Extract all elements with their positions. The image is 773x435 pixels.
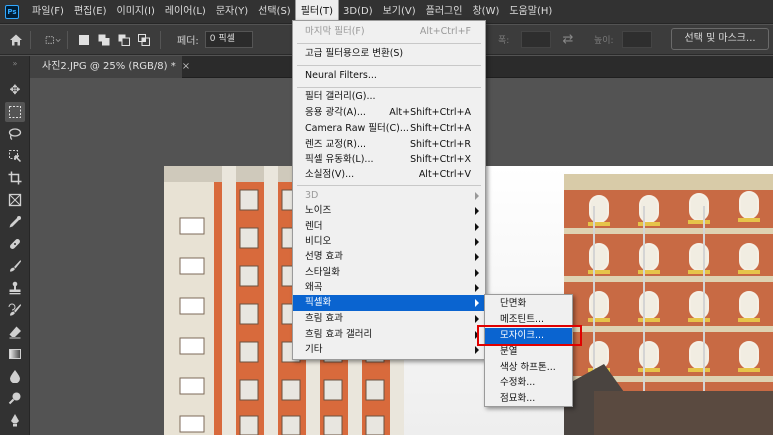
menu-help[interactable]: 도움말(H) (504, 0, 557, 24)
menu-item-adaptive-wide-angle[interactable]: 응용 광각(A)... Alt+Shift+Ctrl+A (293, 105, 485, 121)
height-input[interactable] (622, 31, 652, 48)
gradient-tool-icon[interactable] (5, 344, 25, 364)
menu-item-3d: 3D (293, 188, 485, 204)
menu-item-video[interactable]: 비디오 (293, 234, 485, 250)
menu-item-filter-gallery[interactable]: 필터 갤러리(G)... (293, 89, 485, 105)
menu-layer[interactable]: 레이어(L) (160, 0, 211, 24)
menu-item-other[interactable]: 기타 (293, 342, 485, 358)
menu-item-stylize[interactable]: 스타일화 (293, 265, 485, 281)
close-icon[interactable]: × (182, 61, 190, 72)
menu-item-vanishing-point[interactable]: 소실점(V)... Alt+Ctrl+V (293, 167, 485, 183)
blur-tool-icon[interactable] (5, 366, 25, 386)
options-separator (160, 30, 161, 49)
filter-menu: 마지막 필터(F) Alt+Ctrl+F 고급 필터용으로 변환(S) Neura… (292, 20, 486, 360)
menu-item-render[interactable]: 렌더 (293, 219, 485, 235)
menu-image[interactable]: 이미지(I) (112, 0, 160, 24)
submenu-item-crystallize[interactable]: 수정화... (485, 375, 572, 391)
frame-tool-icon[interactable] (5, 190, 25, 210)
height-label: 높이: (594, 36, 614, 46)
menu-separator (297, 87, 481, 88)
menu-item-pixelate[interactable]: 픽셀화 (293, 295, 485, 311)
options-separator (30, 30, 31, 49)
submenu-arrow-icon (475, 207, 479, 215)
toolbar-collapse-icon[interactable]: » (5, 59, 25, 68)
document-tab[interactable]: 사진2.JPG @ 25% (RGB/8) * × (30, 56, 190, 78)
new-selection-icon[interactable] (78, 34, 90, 46)
menu-item-distort[interactable]: 왜곡 (293, 280, 485, 296)
menu-edit[interactable]: 편집(E) (69, 0, 112, 24)
submenu-arrow-icon (475, 284, 479, 292)
submenu-arrow-icon (475, 315, 479, 323)
marquee-tool-icon[interactable] (5, 102, 25, 122)
width-input[interactable] (521, 31, 551, 48)
submenu-arrow-icon (475, 269, 479, 277)
menu-item-lens-correction[interactable]: 렌즈 교정(R)... Shift+Ctrl+R (293, 137, 485, 153)
menu-item-convert-smart-filters[interactable]: 고급 필터용으로 변환(S) (293, 46, 485, 62)
menu-item-noise[interactable]: 노이즈 (293, 203, 485, 219)
eyedropper-tool-icon[interactable] (5, 212, 25, 232)
photoshop-logo-icon: Ps (5, 4, 19, 19)
marquee-preset-icon[interactable] (45, 32, 61, 48)
menu-item-sharpen[interactable]: 선명 효과 (293, 249, 485, 265)
feather-input[interactable]: 0 픽셀 (204, 31, 253, 48)
submenu-arrow-icon (475, 223, 479, 231)
pixelate-submenu: 단면화 메조틴트... 모자이크... 분열 색상 하프톤... 수정화... … (484, 294, 573, 407)
select-and-mask-button[interactable]: 선택 및 마스크... (671, 28, 769, 50)
lasso-tool-icon[interactable] (5, 124, 25, 144)
menu-item-liquify[interactable]: 픽셀 유동화(L)... Shift+Ctrl+X (293, 152, 485, 168)
submenu-arrow-icon (475, 253, 479, 261)
submenu-arrow-icon (475, 346, 479, 354)
crop-tool-icon[interactable] (5, 168, 25, 188)
subtract-selection-icon[interactable] (118, 34, 130, 46)
tools-panel: » ✥ (0, 56, 30, 435)
menu-separator (297, 65, 481, 66)
dodge-tool-icon[interactable] (5, 388, 25, 408)
pen-tool-icon[interactable] (5, 410, 25, 430)
history-brush-tool-icon[interactable] (5, 300, 25, 320)
width-label: 폭: (498, 36, 510, 46)
menu-select[interactable]: 선택(S) (253, 0, 296, 24)
submenu-arrow-icon (475, 192, 479, 200)
menu-separator (297, 43, 481, 44)
submenu-arrow-icon (475, 238, 479, 246)
options-separator (67, 30, 68, 49)
highlight-annotation-box (477, 325, 582, 346)
menu-file[interactable]: 파일(F) (27, 0, 69, 24)
eraser-tool-icon[interactable] (5, 322, 25, 342)
swap-icon[interactable]: ⇄ (560, 31, 576, 47)
home-icon[interactable] (8, 32, 24, 48)
menu-type[interactable]: 문자(Y) (211, 0, 253, 24)
menu-item-neural-filters[interactable]: Neural Filters... (293, 68, 485, 84)
add-selection-icon[interactable] (98, 34, 110, 46)
intersect-selection-icon[interactable] (138, 33, 150, 46)
submenu-item-pointillize[interactable]: 점묘화... (485, 391, 572, 407)
healing-brush-tool-icon[interactable] (5, 234, 25, 254)
submenu-item-fragment[interactable]: 분열 (485, 344, 572, 360)
submenu-arrow-icon (475, 299, 479, 307)
document-tab-title: 사진2.JPG @ 25% (RGB/8) * (42, 61, 176, 72)
object-selection-tool-icon[interactable] (5, 146, 25, 166)
move-tool-icon[interactable]: ✥ (5, 80, 25, 100)
menu-item-blur-gallery[interactable]: 흐림 효과 갤러리 (293, 327, 485, 343)
menu-separator (297, 185, 481, 186)
menu-item-blur[interactable]: 흐림 효과 (293, 311, 485, 327)
brush-tool-icon[interactable] (5, 256, 25, 276)
submenu-item-facet[interactable]: 단면화 (485, 296, 572, 312)
menu-item-last-filter: 마지막 필터(F) Alt+Ctrl+F (305, 26, 471, 37)
stamp-tool-icon[interactable] (5, 278, 25, 298)
menu-item-camera-raw[interactable]: Camera Raw 필터(C)... Shift+Ctrl+A (293, 121, 485, 137)
feather-label: 페더: (177, 36, 199, 47)
submenu-item-color-halftone[interactable]: 색상 하프톤... (485, 360, 572, 376)
